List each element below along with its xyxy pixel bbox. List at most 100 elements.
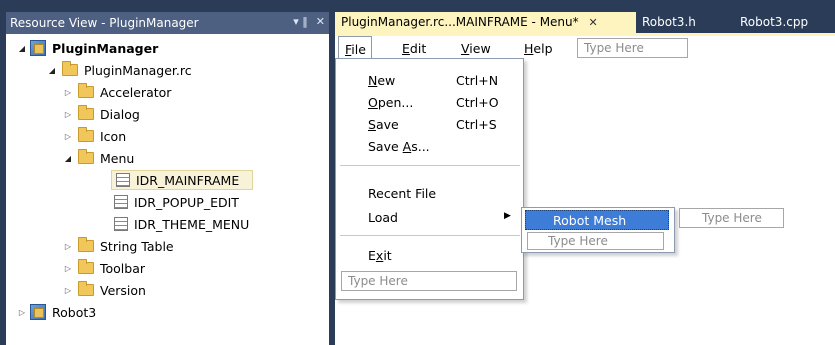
tree-item-label: Robot3 xyxy=(52,304,97,320)
tree-item-accelerator[interactable]: ▷ Accelerator xyxy=(62,82,171,102)
submenu-type-here-below[interactable]: Type Here xyxy=(527,232,664,250)
menu-separator xyxy=(340,165,520,166)
menu-separator xyxy=(340,235,520,236)
tab-label: PluginManager.rc...MAINFRAME - Menu* xyxy=(341,15,579,29)
menu-editor-canvas: File Edit View Help Type Here New Ctrl+N… xyxy=(335,33,835,345)
submenu-arrow-icon: ▶ xyxy=(504,211,511,221)
menu-item-save-as[interactable]: Save As... xyxy=(336,136,523,158)
menu-item-new[interactable]: New Ctrl+N xyxy=(336,70,523,92)
file-dropdown-menu: New Ctrl+N Open... Ctrl+O Save Ctrl+S Sa… xyxy=(335,58,524,300)
folder-icon xyxy=(62,61,78,76)
menu-help[interactable]: Help xyxy=(524,36,553,59)
menu-accel-letter: S xyxy=(368,117,376,132)
tree-item-idr-popup-edit[interactable]: IDR_POPUP_EDIT xyxy=(112,192,239,212)
tree-item-pluginmanager[interactable]: ◢ PluginManager xyxy=(16,38,158,58)
menu-resource-icon xyxy=(114,217,128,231)
tree-item-version[interactable]: ▷ Version xyxy=(62,280,146,300)
tree-item-label: IDR_MAINFRAME xyxy=(136,172,240,188)
tab-robot3-h[interactable]: Robot3.h xyxy=(636,12,702,33)
menu-label-pre: Save xyxy=(368,139,403,154)
menu-view[interactable]: View xyxy=(461,36,491,59)
pane-options-icon[interactable]: ▾ ‖ xyxy=(293,15,308,28)
tree-item-dialog[interactable]: ▷ Dialog xyxy=(62,104,140,124)
menu-label-rest: elp xyxy=(533,41,553,56)
tree-item-menu[interactable]: ◢ Menu xyxy=(62,148,134,168)
menu-resource-icon xyxy=(114,195,128,209)
expand-icon[interactable]: ▷ xyxy=(62,110,74,119)
tree-item-label: Menu xyxy=(100,150,135,166)
tab-pluginmanager-menu[interactable]: PluginManager.rc...MAINFRAME - Menu* ✕ xyxy=(335,12,636,33)
tree-item-label: IDR_POPUP_EDIT xyxy=(134,194,239,210)
file-menu-type-here[interactable]: Type Here xyxy=(341,271,517,291)
expand-icon[interactable]: ▷ xyxy=(62,242,74,251)
collapse-icon[interactable]: ◢ xyxy=(16,44,28,53)
tab-robot3-cpp[interactable]: Robot3.cpp xyxy=(734,12,814,33)
folder-icon xyxy=(78,83,94,98)
menu-accel-letter: O xyxy=(368,95,378,110)
menu-label-rest: it xyxy=(383,248,392,263)
resource-view-title: Resource View - PluginManager xyxy=(10,16,199,30)
expand-icon[interactable]: ▷ xyxy=(62,132,74,141)
folder-icon xyxy=(78,281,94,296)
collapse-icon[interactable]: ◢ xyxy=(62,154,74,163)
menu-accel-letter: H xyxy=(524,41,534,56)
menu-label-rest: ew xyxy=(377,73,396,88)
tree-item-label: Accelerator xyxy=(100,84,172,100)
menu-item-save[interactable]: Save Ctrl+S xyxy=(336,114,523,136)
menu-resource-icon xyxy=(116,173,130,187)
tree-item-robot3[interactable]: ▷ Robot3 xyxy=(16,302,96,322)
tree-item-label: Icon xyxy=(100,128,127,144)
document-tab-strip: PluginManager.rc...MAINFRAME - Menu* ✕ R… xyxy=(335,12,835,33)
tree-item-label: Toolbar xyxy=(100,260,146,276)
project-icon xyxy=(30,40,46,56)
tab-label: Robot3.cpp xyxy=(740,15,809,29)
tab-label: Robot3.h xyxy=(642,15,696,29)
collapse-icon[interactable]: ◢ xyxy=(46,66,58,75)
expand-icon[interactable]: ▷ xyxy=(62,264,74,273)
menu-item-recent-file[interactable]: Recent File xyxy=(336,183,523,205)
folder-icon xyxy=(78,127,94,142)
expand-icon[interactable]: ▷ xyxy=(16,308,28,317)
folder-icon xyxy=(78,149,94,164)
tree-item-idr-theme-menu[interactable]: IDR_THEME_MENU xyxy=(112,214,249,234)
menu-item-open[interactable]: Open... Ctrl+O xyxy=(336,92,523,114)
menu-label-rest: s... xyxy=(411,139,430,154)
tree-item-idr-mainframe[interactable]: IDR_MAINFRAME xyxy=(111,170,253,190)
folder-icon xyxy=(78,237,94,252)
shortcut-label: Ctrl+O xyxy=(456,95,499,110)
project-icon xyxy=(30,304,46,320)
menu-item-load[interactable]: Load ▶ xyxy=(336,207,523,229)
menu-label-rest: pen... xyxy=(377,95,414,110)
tree-item-label: Dialog xyxy=(100,106,140,122)
submenu-type-here-right[interactable]: Type Here xyxy=(679,208,784,228)
tree-item-string-table[interactable]: ▷ String Table xyxy=(62,236,174,256)
load-submenu: Robot Mesh Type Here xyxy=(521,207,675,253)
folder-icon xyxy=(78,259,94,274)
expand-icon[interactable]: ▷ xyxy=(62,88,74,97)
menu-label-rest: ave xyxy=(375,117,399,132)
menu-accel-letter: E xyxy=(402,41,410,56)
tree-item-label: IDR_THEME_MENU xyxy=(134,216,250,232)
menu-item-robot-mesh[interactable]: Robot Mesh xyxy=(525,210,669,230)
shortcut-label: Ctrl+S xyxy=(456,117,497,132)
tree-item-label: Version xyxy=(100,282,146,298)
menu-edit[interactable]: Edit xyxy=(402,36,426,59)
expand-icon[interactable]: ▷ xyxy=(62,286,74,295)
tree-item-pluginmanager-rc[interactable]: ◢ PluginManager.rc xyxy=(46,60,192,80)
resource-view-pane: Resource View - PluginManager ▾ ‖ ✕ ◢ Pl… xyxy=(6,12,329,345)
tree-item-toolbar[interactable]: ▷ Toolbar xyxy=(62,258,145,278)
menu-item-exit[interactable]: Exit xyxy=(336,245,523,267)
close-icon[interactable]: ✕ xyxy=(316,15,325,28)
menu-label-rest: dit xyxy=(409,41,427,56)
menu-label-rest: iew xyxy=(469,41,491,56)
menu-file[interactable]: File xyxy=(338,36,372,59)
close-tab-icon[interactable]: ✕ xyxy=(588,16,597,29)
tree-item-label: PluginManager xyxy=(52,40,159,56)
tree-item-label: PluginManager.rc xyxy=(84,62,192,78)
menu-bar: File Edit View Help Type Here xyxy=(335,36,835,59)
tree-item-icon[interactable]: ▷ Icon xyxy=(62,126,126,146)
menubar-type-here[interactable]: Type Here xyxy=(577,38,688,58)
menu-accel-letter: N xyxy=(368,73,378,88)
resource-view-title-bar: Resource View - PluginManager ▾ ‖ ✕ xyxy=(6,12,329,34)
shortcut-label: Ctrl+N xyxy=(456,73,499,88)
